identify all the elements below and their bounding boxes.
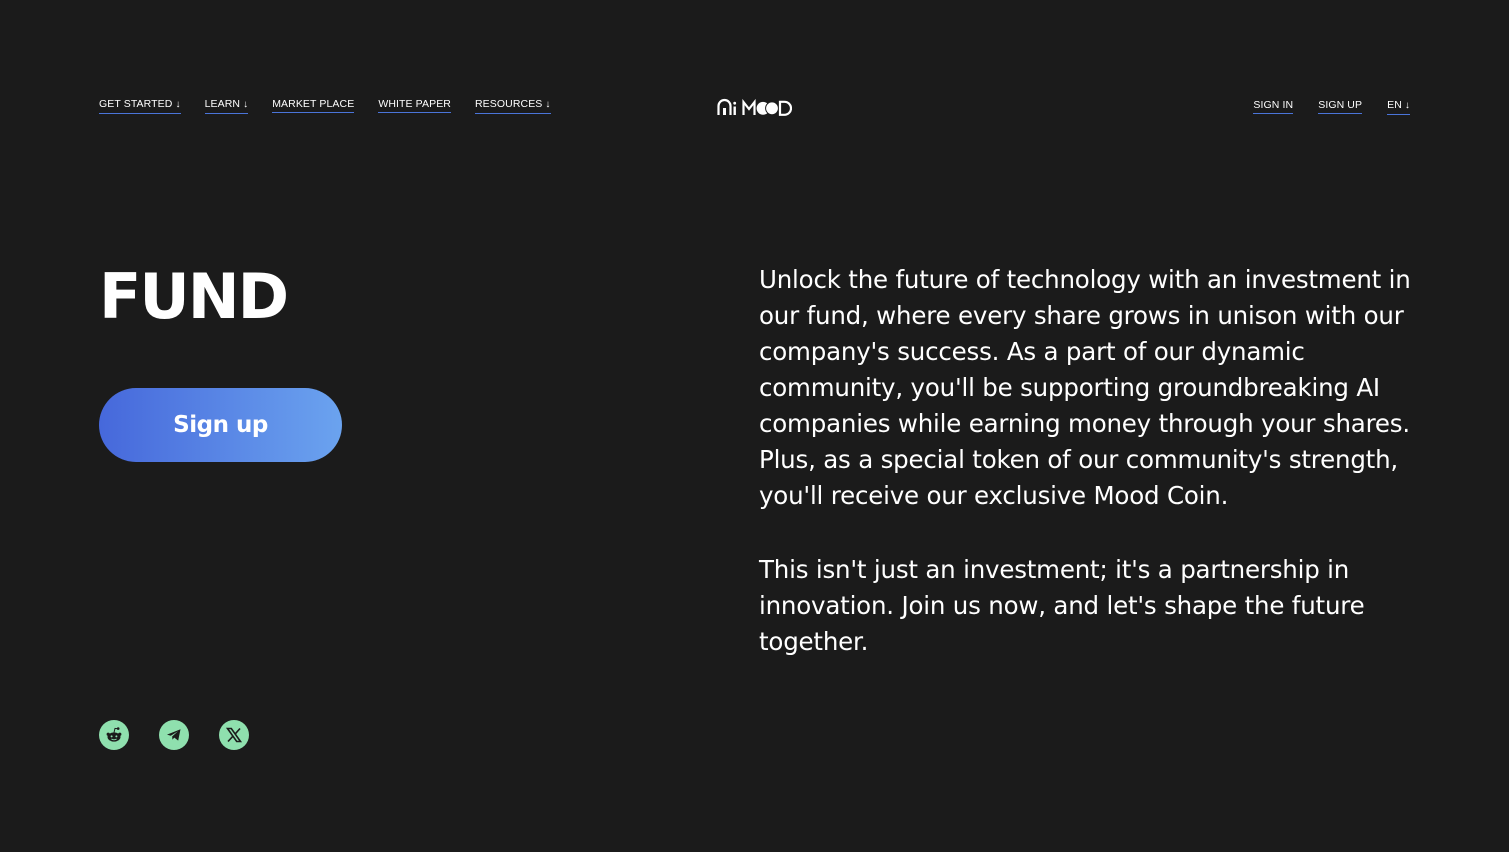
sign-in-link[interactable]: SIGN IN	[1253, 99, 1294, 114]
x-icon	[225, 727, 243, 743]
nav-white-paper[interactable]: WHITE PAPER	[378, 98, 451, 113]
arrow-down-icon: ↓	[1404, 100, 1410, 111]
arrow-down-icon: ↓	[545, 99, 551, 110]
language-selector[interactable]: EN ↓	[1387, 99, 1410, 115]
arrow-down-icon: ↓	[175, 99, 181, 110]
nav-learn-label: LEARN	[204, 98, 241, 110]
sign-up-link[interactable]: SIGN UP	[1318, 99, 1363, 114]
arrow-down-icon: ↓	[243, 99, 249, 110]
nav-get-started[interactable]: GET STARTED ↓	[99, 98, 181, 114]
primary-nav: GET STARTED ↓ LEARN ↓ MARKET PLACE WHITE P…	[99, 98, 551, 114]
aimood-logo-icon	[717, 98, 793, 116]
nav-market-place[interactable]: MARKET PLACE	[272, 98, 355, 113]
language-label: EN	[1387, 99, 1402, 111]
x-link[interactable]	[219, 720, 249, 750]
hero-description: Unlock the future of technology with an …	[759, 262, 1419, 698]
hero-paragraph: This isn't just an investment; it's a pa…	[759, 555, 1365, 656]
nav-resources-label: RESOURCES	[474, 98, 543, 110]
social-links	[99, 720, 249, 750]
nav-resources[interactable]: RESOURCES ↓	[474, 98, 551, 114]
nav-market-place-label: MARKET PLACE	[272, 98, 355, 110]
logo[interactable]	[717, 97, 793, 117]
reddit-icon	[106, 727, 122, 742]
telegram-icon	[167, 729, 181, 741]
nav-learn[interactable]: LEARN ↓	[204, 98, 249, 114]
page: GET STARTED ↓ LEARN ↓ MARKET PLACE WHITE P…	[0, 0, 1509, 852]
sign-up-button[interactable]: Sign up	[99, 388, 342, 462]
telegram-link[interactable]	[159, 720, 189, 750]
nav-white-paper-label: WHITE PAPER	[378, 98, 451, 110]
nav-get-started-label: GET STARTED	[99, 98, 173, 110]
hero-paragraph: Unlock the future of technology with an …	[759, 265, 1411, 510]
page-title: FUND	[99, 260, 289, 333]
reddit-link[interactable]	[99, 720, 129, 750]
account-nav: SIGN IN SIGN UP EN ↓	[1253, 99, 1410, 115]
